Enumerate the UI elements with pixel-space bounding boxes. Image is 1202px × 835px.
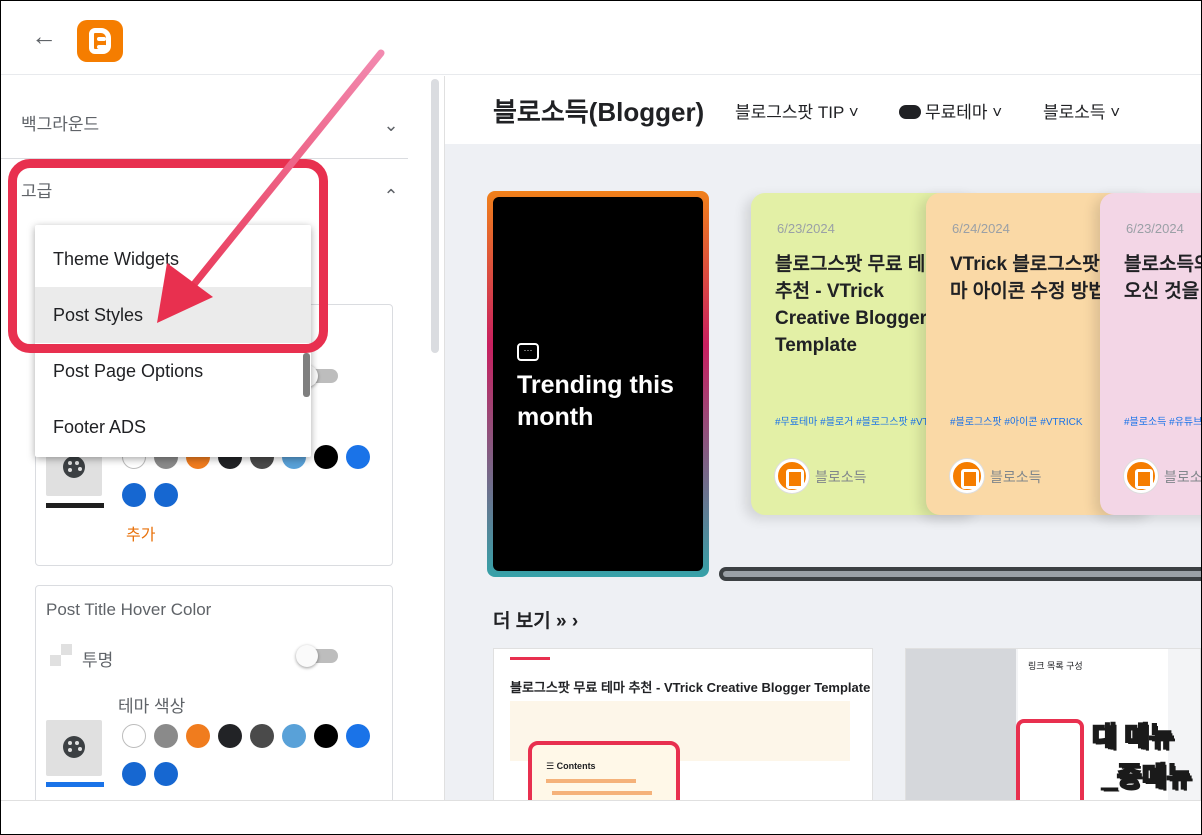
color-swatch[interactable]: [314, 724, 338, 748]
section-advanced[interactable]: 고급 ⌃: [21, 172, 406, 212]
chevron-up-icon: ⌃: [383, 186, 399, 206]
menu-item-post-page-options[interactable]: Post Page Options: [35, 343, 311, 399]
color-swatch[interactable]: [218, 724, 242, 748]
color-swatch[interactable]: [314, 445, 338, 469]
color-swatch[interactable]: [346, 724, 370, 748]
carousel-scrollbar[interactable]: [719, 567, 1201, 581]
color-swatch[interactable]: [250, 724, 274, 748]
top-bar: ←: [1, 1, 1201, 75]
avatar: [1124, 459, 1158, 493]
palette-icon: [63, 736, 85, 758]
post-author: 블로소득: [990, 469, 1042, 485]
nav-free-theme-label: 무료테마 ˅: [925, 103, 1003, 122]
add-color-link[interactable]: 추가: [126, 521, 155, 545]
big-menu-label: 대 메뉴: [1091, 721, 1175, 753]
cloud-download-icon: [899, 105, 921, 119]
post-thumbnail[interactable]: 블로그스팟 무료 테마 추천 - VTrick Creative Blogger…: [493, 648, 873, 800]
section-background[interactable]: 백그라운드 ⌄: [21, 105, 406, 145]
avatar: [950, 459, 984, 493]
custom-color-button[interactable]: [46, 720, 102, 776]
menu-item-footer-ads[interactable]: Footer ADS: [35, 399, 311, 455]
color-swatch[interactable]: [282, 724, 306, 748]
transparent-label: 투명: [82, 651, 114, 670]
color-swatch[interactable]: [122, 724, 146, 748]
more-heading[interactable]: 더 보기 » ›: [493, 606, 578, 633]
thumbnail-title: 블로그스팟 무료 테마 추천 - VTrick Creative Blogger…: [510, 680, 871, 695]
post-date: 6/23/2024: [1126, 221, 1184, 236]
contents-box: ☰ Contents: [528, 741, 680, 800]
contents-label: ☰ Contents: [546, 761, 596, 771]
nav-blogspot-tip[interactable]: 블로그스팟 TIP ˅: [735, 98, 859, 123]
blog-preview: 블로소득(Blogger) 블로그스팟 TIP ˅ 무료테마 ˅ 블로소득 ˅ …: [445, 76, 1201, 800]
trending-card[interactable]: ··· Trending this month: [487, 191, 709, 577]
chevron-down-icon: ⌄: [383, 115, 399, 135]
post-author: 블로소득: [815, 469, 867, 485]
current-color-bar: [46, 782, 104, 787]
transparent-icon: [50, 644, 72, 666]
post-card[interactable]: 6/23/2024 블로소득의 블로그에 오신 것을 환영합니다! #블로소득 …: [1100, 193, 1201, 515]
comment-icon: ···: [517, 343, 539, 361]
color-swatch[interactable]: [186, 724, 210, 748]
menu-item-theme-widgets[interactable]: Theme Widgets: [35, 231, 311, 287]
color-swatches: [122, 720, 382, 786]
settings-dropdown-menu: Theme Widgets Post Styles Post Page Opti…: [35, 225, 311, 457]
post-date: 6/24/2024: [952, 221, 1010, 236]
color-swatch[interactable]: [154, 483, 178, 507]
post-title-hover-color-card: Post Title Hover Color 투명 테마 색상: [35, 585, 393, 800]
menu-highlight: [1016, 719, 1084, 800]
post-author: 블로소득: [1164, 469, 1201, 485]
post-tags: #블로소득 #유튜브: [1124, 417, 1201, 428]
theme-colors-label: 테마 색상: [118, 697, 186, 716]
color-swatch[interactable]: [154, 762, 178, 786]
arrow-left-icon: ←: [31, 21, 57, 51]
color-swatch[interactable]: [122, 483, 146, 507]
section-advanced-label: 고급: [21, 182, 53, 201]
thumbnail-header: 링크 목록 구성: [1028, 661, 1083, 671]
color-swatch[interactable]: [346, 445, 370, 469]
settings-scrollbar[interactable]: [431, 79, 439, 353]
avatar: [775, 459, 809, 493]
post-thumbnail[interactable]: 링크 목록 구성 대 메뉴 _중메뉴: [905, 648, 1201, 800]
color-swatch[interactable]: [154, 724, 178, 748]
blogger-logo-icon[interactable]: [77, 20, 123, 62]
menu-scrollbar[interactable]: [303, 353, 310, 397]
menu-item-post-styles[interactable]: Post Styles: [35, 287, 311, 343]
divider: [1, 158, 408, 159]
nav-blosodeuk[interactable]: 블로소득 ˅: [1043, 98, 1120, 123]
back-button[interactable]: ←: [29, 21, 59, 51]
site-title[interactable]: 블로소득(Blogger): [493, 92, 704, 129]
nav-free-theme[interactable]: 무료테마 ˅: [899, 98, 1002, 123]
transparent-toggle[interactable]: [296, 645, 338, 667]
section-background-label: 백그라운드: [21, 115, 100, 134]
app-window: ← 백그라운드 ⌄ 고급 ⌃ 추가 Post Title Hover Color: [0, 0, 1202, 835]
palette-icon: [63, 456, 85, 478]
trending-label: Trending this month: [517, 371, 674, 431]
blog-header: 블로소득(Blogger) 블로그스팟 TIP ˅ 무료테마 ˅ 블로소득 ˅: [445, 76, 1201, 144]
mid-menu-label: _중메뉴: [1101, 761, 1193, 793]
color-swatch[interactable]: [122, 762, 146, 786]
current-color-bar: [46, 503, 104, 508]
card-title: Post Title Hover Color: [46, 600, 212, 619]
bottom-bar: [1, 800, 1201, 834]
post-title: 블로소득의 블로그에 오신 것을 환영합니다!: [1124, 254, 1201, 302]
post-date: 6/23/2024: [777, 221, 835, 236]
